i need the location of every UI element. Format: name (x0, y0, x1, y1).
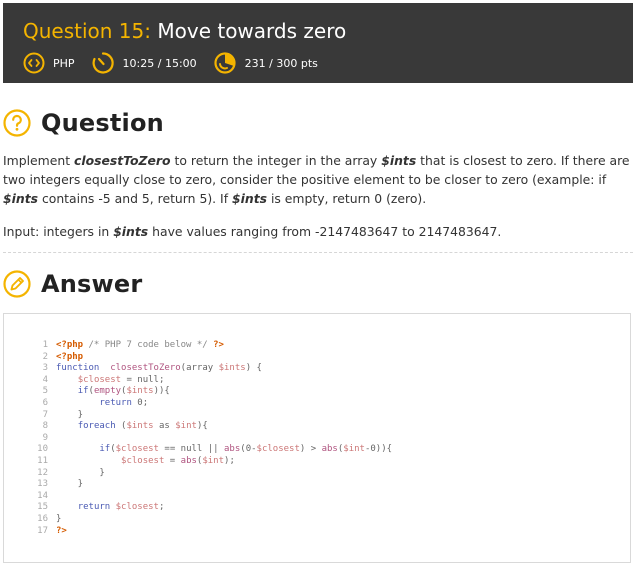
line-number: 13 (37, 479, 48, 490)
code-editor[interactable]: 1 <?php /* PHP 7 code below */ ?> 2 <?php 3 f… (3, 313, 631, 563)
code-line[interactable]: 7 } (34, 410, 392, 422)
code-line[interactable]: 1 <?php /* PHP 7 code below */ ?> (34, 340, 392, 352)
question-heading-text: Question (41, 109, 164, 137)
code-text: if($closest == null || abs(0-$closest) >… (99, 444, 393, 455)
question-title-text: Move towards zero (157, 19, 347, 43)
line-number: 16 (37, 513, 48, 524)
answer-heading-text: Answer (41, 270, 143, 298)
code-text: <?php /* PHP 7 code below */ ?> (56, 340, 224, 350)
line-number: 15 (37, 502, 48, 513)
code-icon (23, 52, 45, 74)
question-meta: PHP 10:25 / 15:00 231 / 300 pts (23, 51, 334, 75)
code-line[interactable]: 2 <?php (34, 352, 392, 364)
timer-icon (92, 52, 114, 74)
code-text: } (56, 467, 105, 478)
line-number: 17 (37, 525, 48, 536)
code-line[interactable]: 11 $closest = abs($int); (34, 456, 392, 468)
question-number: Question 15: (23, 19, 151, 43)
question-header: Question 15: Move towards zero PHP 10:25… (3, 3, 633, 83)
question-mark-icon (3, 109, 31, 137)
line-number: 2 (42, 351, 48, 362)
code-line[interactable]: 8 foreach ($ints as $int){ (34, 421, 392, 433)
code-text: } (56, 479, 84, 490)
line-number: 1 (42, 340, 48, 350)
code-line[interactable]: 10 if($closest == null || abs(0-$closest… (34, 444, 392, 456)
points-info: 231 / 300 pts (213, 51, 318, 75)
input-constraints: Input: integers in $ints have values ran… (3, 224, 502, 239)
question-heading: Question (3, 109, 164, 137)
question-body: Implement closestToZero to return the in… (3, 151, 633, 241)
timer-info: 10:25 / 15:00 (91, 51, 197, 75)
line-number: 10 (37, 444, 48, 455)
line-number: 8 (42, 421, 48, 432)
line-number: 4 (42, 374, 48, 385)
line-number: 14 (37, 490, 48, 501)
code-line[interactable]: 17 ?> (34, 526, 392, 538)
question-description: Implement closestToZero to return the in… (3, 153, 630, 206)
code-text: return $closest; (77, 502, 165, 513)
code-text: } (56, 513, 62, 524)
code-line[interactable]: 6 return 0; (34, 398, 392, 410)
code-line[interactable]: 4 $closest = null; (34, 375, 392, 387)
code-line[interactable]: 15 return $closest; (34, 502, 392, 514)
section-divider (3, 252, 633, 253)
question-title: Question 15: Move towards zero (23, 19, 346, 43)
line-number: 5 (42, 386, 48, 397)
language-label: PHP (53, 56, 75, 70)
line-number: 6 (42, 397, 48, 408)
code-text: ?> (56, 525, 67, 536)
code-line[interactable]: 14 (34, 491, 392, 503)
code-line[interactable]: 13 } (34, 479, 392, 491)
code-line[interactable]: 16} (34, 514, 392, 526)
line-number: 7 (42, 409, 48, 420)
points-icon (214, 52, 236, 74)
code-text: if(empty($ints)){ (77, 386, 170, 397)
code-text: foreach ($ints as $int){ (77, 421, 208, 432)
line-number: 3 (42, 363, 48, 374)
code-text: $closest = abs($int); (121, 455, 235, 466)
language-info: PHP (23, 52, 75, 74)
code-line[interactable]: 9 (34, 433, 392, 445)
line-number: 9 (42, 432, 48, 443)
points-value: 231 / 300 pts (244, 56, 318, 70)
function-name: closestToZero (74, 153, 171, 168)
code-text: function closestToZero(array $ints) { (56, 363, 262, 374)
code-line[interactable]: 12 } (34, 468, 392, 480)
line-number: 11 (37, 455, 48, 466)
code-text: <?php (56, 351, 84, 362)
code-text: return 0; (99, 397, 149, 408)
answer-heading: Answer (3, 270, 142, 298)
code-content[interactable]: 1 <?php /* PHP 7 code below */ ?> 2 <?php 3 f… (34, 340, 392, 537)
pencil-icon (3, 270, 31, 298)
code-text: $closest = null; (77, 374, 165, 385)
code-line[interactable]: 3 function closestToZero(array $ints) { (34, 363, 392, 375)
code-line[interactable]: 5 if(empty($ints)){ (34, 386, 392, 398)
timer-value: 10:25 / 15:00 (122, 56, 197, 70)
code-text: } (56, 409, 84, 420)
line-number: 12 (37, 467, 48, 478)
